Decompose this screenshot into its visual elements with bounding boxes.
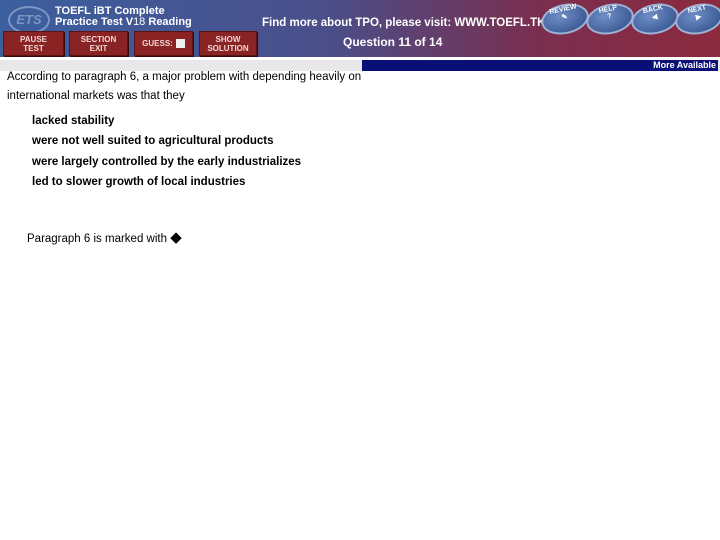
label: SOLUTION xyxy=(207,43,249,53)
answer-option[interactable]: led to slower growth of local industries xyxy=(32,176,245,188)
label: SECTION xyxy=(80,34,117,44)
answer-option[interactable]: were largely controlled by the early ind… xyxy=(32,156,301,168)
header: ETS TOEFL iBT Complete Practice Test V18… xyxy=(0,0,720,57)
more-available-indicator: More Available xyxy=(362,60,718,71)
promo-text: Find more about TPO, please visit: WWW.T… xyxy=(262,17,546,29)
label: SHOW xyxy=(215,34,241,44)
ets-logo: ETS xyxy=(8,6,50,34)
diamond-icon: ◆ xyxy=(170,229,182,246)
label: TEST xyxy=(23,43,44,53)
note-text: Paragraph 6 is marked with xyxy=(27,233,167,245)
label: EXIT xyxy=(89,43,108,53)
question-text: According to paragraph 6, a major proble… xyxy=(7,71,362,102)
version: 18 xyxy=(133,16,146,28)
guess-button[interactable]: GUESS: xyxy=(134,31,193,56)
help-button[interactable]: HELP? xyxy=(583,0,637,39)
review-button[interactable]: REVIEW ✎ xyxy=(538,0,592,39)
pause-test-button[interactable]: PAUSE TEST xyxy=(3,31,64,56)
back-button[interactable]: BACK ◀ xyxy=(628,0,682,39)
title-suffix: Reading xyxy=(145,16,192,28)
answer-option[interactable]: were not well suited to agricultural pro… xyxy=(32,135,274,147)
show-solution-button[interactable]: SHOW SOLUTION xyxy=(199,31,257,56)
question-counter: Question 11 of 14 xyxy=(343,35,443,49)
label: PAUSE xyxy=(20,34,47,44)
paragraph-note: Paragraph 6 is marked with ◆ xyxy=(27,228,182,246)
title-text: Practice Test V xyxy=(55,16,134,28)
title-line-2: Practice Test V18 Reading xyxy=(55,17,192,28)
section-exit-button[interactable]: SECTION EXIT xyxy=(69,31,128,56)
answer-option[interactable]: lacked stability xyxy=(32,115,114,127)
test-title: TOEFL iBT Complete Practice Test V18 Rea… xyxy=(55,6,192,28)
guess-label: GUESS: xyxy=(142,39,173,48)
next-button[interactable]: NEXT ▶ xyxy=(672,0,720,39)
guess-checkbox[interactable] xyxy=(175,39,185,48)
